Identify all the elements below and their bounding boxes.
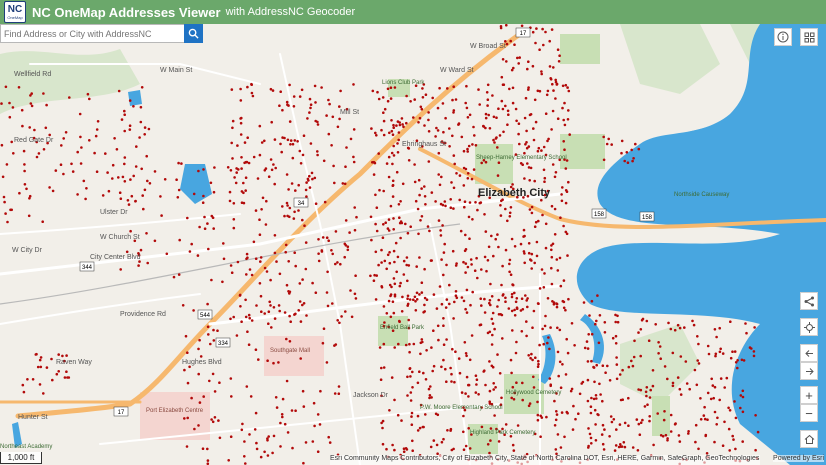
park-sheep-harney	[475, 144, 513, 184]
route-shield: 158	[591, 208, 607, 219]
home-button[interactable]	[800, 430, 818, 448]
info-button[interactable]	[774, 28, 792, 46]
powered-by-esri: Powered by Esri	[773, 455, 824, 462]
poi-label: Sheep-Harney Elementary School	[476, 155, 567, 161]
street-label: W Church St	[100, 234, 140, 241]
info-icon	[777, 31, 789, 43]
park-highland-cemetery	[468, 424, 498, 454]
route-shield: 34	[293, 197, 309, 208]
street-label: Jackson Dr	[353, 392, 389, 399]
route-shield: 334	[215, 337, 231, 348]
poi-label: Hollywood Cemetery	[506, 390, 561, 396]
route-shield: 17	[113, 406, 129, 417]
previous-extent-button[interactable]	[800, 344, 818, 362]
logo-subtext: OneMap	[7, 14, 23, 20]
svg-text:334: 334	[218, 341, 229, 347]
app-header: NC OneMap NC OneMap Addresses Viewer wit…	[0, 0, 826, 24]
poi-label: Northside Causeway	[674, 192, 729, 198]
route-shield: 344	[79, 261, 95, 272]
svg-text:344: 344	[82, 265, 93, 271]
nc-onemap-logo: NC OneMap	[4, 1, 26, 23]
park-ecsu	[560, 134, 605, 169]
park-south	[652, 396, 670, 436]
svg-text:17: 17	[118, 410, 125, 416]
search-icon	[188, 28, 199, 39]
poi-label: Port Elizabeth Centre	[146, 408, 204, 414]
poi-label: Lions Club Park	[382, 80, 425, 86]
svg-text:158: 158	[642, 215, 653, 221]
app-title: NC OneMap Addresses Viewer	[32, 4, 221, 20]
route-shield: 544	[197, 309, 213, 320]
poi-label: Northeast Academy	[0, 444, 52, 450]
street-label: Red Gate Dr	[14, 137, 54, 144]
locate-icon	[803, 321, 815, 333]
park-oak-grove	[560, 34, 600, 64]
app-subtitle: with AddressNC Geocoder	[225, 6, 356, 18]
route-shield: 17	[515, 27, 531, 38]
street-label: Wellfield Rd	[14, 71, 51, 78]
search-button[interactable]	[184, 24, 203, 43]
basemap-gallery-button[interactable]	[800, 28, 818, 46]
street-label: Raven Way	[56, 359, 92, 366]
street-label: Hughes Blvd	[182, 359, 222, 366]
street-label: Ulster Dr	[100, 209, 128, 216]
street-label: W Ward St	[440, 67, 474, 74]
svg-text:34: 34	[298, 201, 305, 207]
logo-text: NC	[7, 3, 23, 15]
poi-label: Enfield Ball Park	[380, 325, 425, 331]
poi-label: Highland Park Cemetery	[470, 430, 535, 436]
southgate-mall-area	[264, 336, 324, 376]
svg-text:158: 158	[594, 212, 605, 218]
city-label: Elizabeth City	[478, 187, 551, 199]
street-label: Providence Rd	[120, 311, 166, 318]
poi-label: P.W. Moore Elementary School	[420, 405, 503, 411]
street-label: Mill St	[340, 109, 359, 116]
next-extent-button[interactable]	[800, 362, 818, 380]
street-label: W Main St	[160, 67, 192, 74]
locate-button[interactable]	[800, 318, 818, 336]
share-icon	[804, 296, 814, 306]
map-view[interactable]: Elizabeth City Wellfield Rd W Main St W …	[0, 24, 826, 465]
street-label: W City Dr	[12, 247, 43, 254]
address-search-bar	[0, 24, 203, 43]
scale-bar: 1,000 ft	[0, 452, 42, 464]
svg-text:17: 17	[520, 31, 527, 37]
previous-extent-icon	[804, 349, 813, 357]
home-icon	[804, 434, 814, 444]
poi-label: Southgate Mall	[270, 348, 310, 354]
zoom-out-button[interactable]: −	[800, 404, 818, 422]
port-elizabeth-area	[140, 392, 210, 440]
street-label: City Center Blvd	[90, 254, 141, 261]
share-button[interactable]	[800, 292, 818, 310]
search-input[interactable]	[1, 27, 184, 40]
street-label: Ehringhaus St	[402, 141, 446, 148]
basemap-grid-icon	[804, 32, 814, 42]
attribution-text: Esri Community Maps Contributors, City o…	[330, 455, 760, 465]
next-extent-icon	[805, 367, 814, 375]
zoom-in-button[interactable]: +	[800, 386, 818, 404]
route-shield: 158	[639, 211, 655, 222]
street-label: Hunter St	[18, 414, 48, 421]
svg-text:544: 544	[200, 313, 211, 319]
street-label: W Broad St	[470, 43, 506, 50]
